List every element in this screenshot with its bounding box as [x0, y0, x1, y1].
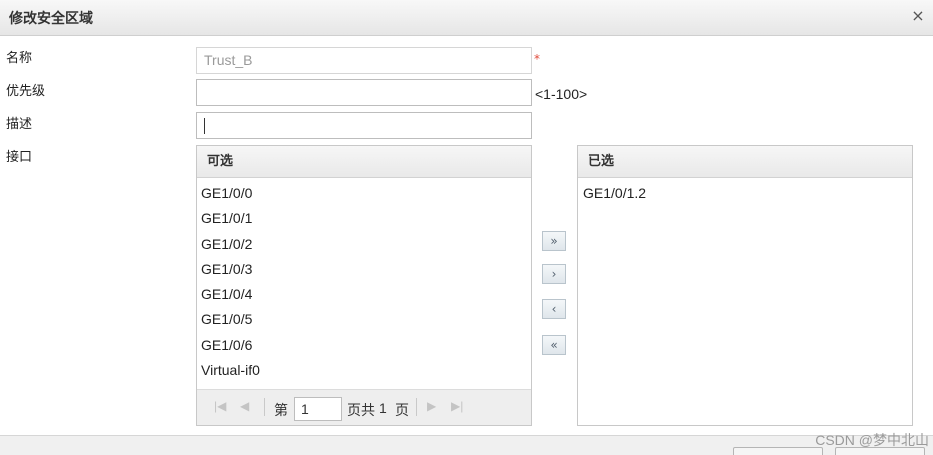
description-field[interactable]	[196, 112, 532, 139]
dialog-title: 修改安全区域	[9, 11, 93, 27]
add-button[interactable]: ›	[542, 264, 566, 284]
list-item[interactable]: GE1/0/6	[197, 333, 531, 358]
selected-header: 已选	[578, 146, 912, 178]
available-list: GE1/0/0 GE1/0/1 GE1/0/2 GE1/0/3 GE1/0/4 …	[197, 178, 531, 383]
list-item[interactable]: GE1/0/0	[197, 181, 531, 206]
selected-panel: 已选 GE1/0/1.2	[577, 145, 913, 426]
list-item[interactable]: GE1/0/3	[197, 257, 531, 282]
next-page-icon[interactable]: ▶	[427, 399, 436, 413]
priority-field[interactable]	[196, 79, 532, 106]
name-field[interactable]: Trust_B	[196, 47, 532, 74]
required-mark: *	[534, 52, 540, 66]
remove-all-button[interactable]: «	[542, 335, 566, 355]
interface-label: 接口	[6, 150, 33, 165]
page-prefix: 第	[274, 402, 288, 418]
name-label: 名称	[6, 51, 33, 66]
page-suffix: 页共	[347, 402, 375, 418]
pager-divider	[416, 398, 417, 416]
available-header: 可选	[197, 146, 531, 178]
list-item[interactable]: Virtual-if0	[197, 358, 531, 383]
list-item[interactable]: GE1/0/4	[197, 282, 531, 307]
ok-button[interactable]	[733, 447, 823, 455]
total-pages: 1	[379, 400, 387, 416]
list-item[interactable]: GE1/0/2	[197, 232, 531, 257]
text-caret	[204, 118, 205, 134]
prev-page-icon[interactable]: ◀	[240, 399, 249, 413]
first-page-icon[interactable]: |◀	[214, 399, 226, 413]
page-number-input[interactable]: 1	[294, 397, 342, 421]
selected-list: GE1/0/1.2	[578, 178, 912, 206]
list-item[interactable]: GE1/0/1.2	[578, 181, 912, 206]
dialog-titlebar: 修改安全区域 ×	[0, 0, 933, 36]
last-page-icon[interactable]: ▶|	[451, 399, 463, 413]
available-panel: 可选 GE1/0/0 GE1/0/1 GE1/0/2 GE1/0/3 GE1/0…	[196, 145, 532, 426]
list-item[interactable]: GE1/0/5	[197, 307, 531, 332]
priority-label: 优先级	[6, 84, 46, 99]
pager-divider	[264, 398, 265, 416]
remove-button[interactable]: ‹	[542, 299, 566, 319]
close-icon[interactable]: ×	[909, 7, 927, 25]
description-label: 描述	[6, 117, 33, 132]
list-item[interactable]: GE1/0/1	[197, 206, 531, 231]
add-all-button[interactable]: »	[542, 231, 566, 251]
pagination-bar: |◀ ◀ 第 1 页共 1 页 ▶ ▶|	[197, 389, 531, 425]
watermark: CSDN @梦中北山	[815, 432, 929, 448]
priority-range-hint: <1-100>	[535, 86, 588, 102]
total-suffix: 页	[395, 402, 409, 418]
